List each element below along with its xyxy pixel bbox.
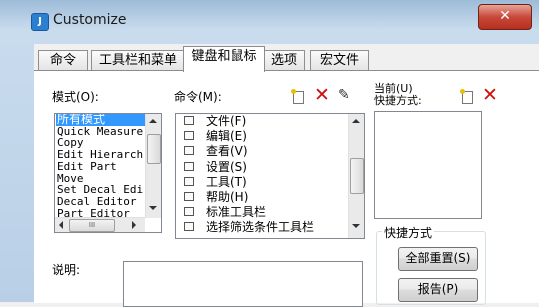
scroll-down-icon[interactable]	[352, 224, 360, 228]
commands-list[interactable]: 文件(F) 编辑(E) 查看(V) 设置(S) 工具(T) 帮助(H) 标准工具栏 选择筛选条…	[175, 113, 365, 239]
command-label: 查看(V)	[206, 144, 248, 159]
delete-shortcut-icon[interactable]: ✕	[482, 86, 498, 105]
edit-icon[interactable]: ✎	[338, 87, 350, 103]
delete-icon[interactable]: ✕	[314, 86, 330, 105]
scroll-thumb[interactable]	[350, 158, 364, 194]
commands-items: 文件(F) 编辑(E) 查看(V) 设置(S) 工具(T) 帮助(H) 标准工具栏 选择筛选条…	[176, 114, 346, 236]
mode-item[interactable]: Edit Part	[56, 161, 146, 173]
hscroll-thumb[interactable]: III	[69, 219, 115, 232]
close-button[interactable]: ✕	[478, 4, 532, 30]
command-item[interactable]: 编辑(E)	[176, 129, 346, 144]
mode-item[interactable]: 所有模式	[56, 114, 146, 126]
command-item[interactable]: 选择筛选条件工具栏	[176, 220, 346, 235]
description-label: 说明:	[52, 263, 81, 277]
command-icon	[184, 146, 194, 156]
command-label: 设置(S)	[206, 159, 247, 174]
command-icon	[184, 131, 194, 141]
current-shortcut-list[interactable]	[374, 111, 482, 219]
modes-label: 模式(O):	[52, 90, 99, 104]
command-item[interactable]: 查看(V)	[176, 144, 346, 159]
shortcut-group-title: 快捷方式	[382, 224, 435, 241]
commands-label: 命令(M):	[174, 90, 222, 104]
scroll-down-icon[interactable]	[149, 206, 157, 210]
keyboard-mouse-panel: 模式(O): 所有模式 Quick Measure Copy Edit Hierarc…	[34, 70, 539, 307]
app-icon: J	[31, 13, 49, 31]
title-bar: J Customize ✕	[0, 0, 539, 34]
tab-commands[interactable]: 命令	[38, 50, 88, 71]
tab-options[interactable]: 选项	[263, 50, 305, 71]
scroll-up-icon[interactable]	[149, 119, 157, 123]
command-icon	[184, 191, 194, 201]
command-item[interactable]: 工具(T)	[176, 175, 346, 190]
report-button[interactable]: 报告(P)	[398, 278, 478, 302]
command-icon	[184, 222, 194, 232]
scroll-up-icon[interactable]	[352, 119, 360, 123]
mode-item[interactable]: Decal Editor	[56, 196, 146, 208]
scroll-thumb[interactable]	[147, 134, 161, 164]
modes-items: 所有模式 Quick Measure Copy Edit Hierarch Edit P…	[56, 114, 146, 219]
modes-vscroll[interactable]	[145, 114, 161, 218]
scroll-right-icon[interactable]	[132, 221, 136, 229]
reset-all-button[interactable]: 全部重置(S)	[398, 247, 478, 271]
current-shortcut-label: 当前(U) 快捷方式:	[374, 82, 422, 107]
window-title: Customize	[53, 12, 127, 28]
modes-list[interactable]: 所有模式 Quick Measure Copy Edit Hierarch Edit P…	[54, 113, 162, 233]
commands-vscroll[interactable]	[348, 114, 364, 238]
command-icon	[184, 207, 194, 217]
command-label: 标准工具栏	[206, 205, 267, 220]
description-box	[123, 261, 363, 307]
command-icon	[184, 116, 194, 125]
modes-hscroll[interactable]: III	[55, 217, 145, 232]
scroll-left-icon[interactable]	[59, 221, 63, 229]
new-icon[interactable]	[291, 89, 304, 104]
command-label: 编辑(E)	[206, 129, 247, 144]
command-label: 文件(F)	[206, 114, 247, 128]
tab-keyboard-mouse[interactable]: 键盘和鼠标	[183, 46, 265, 72]
command-item[interactable]: 设置(S)	[176, 160, 346, 175]
command-label: 选择筛选条件工具栏	[206, 220, 315, 235]
tab-macro-files[interactable]: 宏文件	[310, 50, 369, 71]
new-shortcut-icon[interactable]	[460, 89, 473, 104]
command-item[interactable]: 文件(F)	[176, 114, 346, 129]
command-label: 工具(T)	[206, 174, 247, 189]
customize-window: J Customize ✕ 命令 工具栏和菜单 键盘和鼠标 选项 宏文件 模式(…	[0, 0, 539, 307]
command-item[interactable]: 帮助(H)	[176, 190, 346, 205]
command-icon	[184, 161, 194, 171]
tab-strip: 命令 工具栏和菜单 键盘和鼠标 选项 宏文件	[34, 44, 539, 72]
tab-toolbars-menus[interactable]: 工具栏和菜单	[91, 50, 185, 71]
command-icon	[184, 176, 194, 186]
command-label: 帮助(H)	[206, 189, 249, 204]
command-item[interactable]: 标准工具栏	[176, 205, 346, 220]
dialog-client: 命令 工具栏和菜单 键盘和鼠标 选项 宏文件 模式(O): 所有模式 Quick …	[34, 44, 539, 307]
